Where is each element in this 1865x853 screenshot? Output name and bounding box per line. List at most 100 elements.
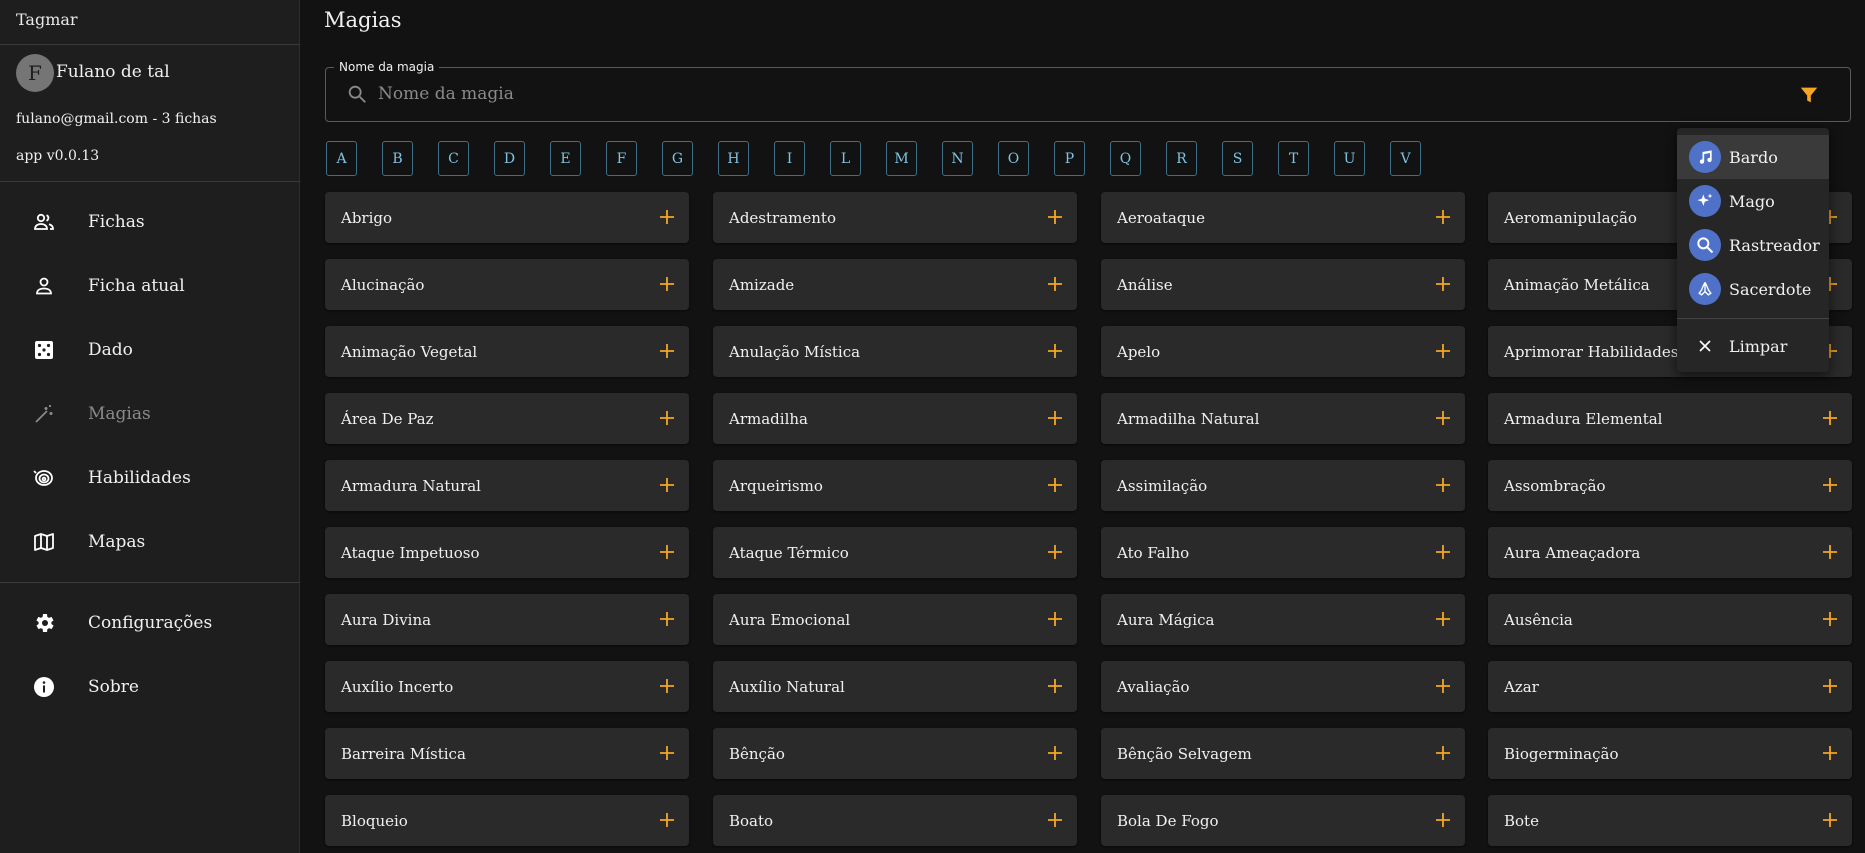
spell-card[interactable]: Bênção Selvagem xyxy=(1101,728,1465,779)
letter-button-a[interactable]: A xyxy=(326,141,357,176)
spell-card[interactable]: Armadura Elemental xyxy=(1488,393,1852,444)
add-icon[interactable] xyxy=(659,812,675,828)
add-icon[interactable] xyxy=(659,544,675,560)
spell-card[interactable]: Ataque Impetuoso xyxy=(325,527,689,578)
menu-item-limpar[interactable]: Limpar xyxy=(1677,324,1829,368)
spell-card[interactable]: Abrigo xyxy=(325,192,689,243)
spell-card[interactable]: Análise xyxy=(1101,259,1465,310)
letter-button-i[interactable]: I xyxy=(774,141,805,176)
nav-item-magias[interactable]: Magias xyxy=(0,388,300,440)
add-icon[interactable] xyxy=(1435,209,1451,225)
nav-item-sobre[interactable]: Sobre xyxy=(0,661,300,713)
add-icon[interactable] xyxy=(1822,477,1838,493)
letter-button-e[interactable]: E xyxy=(550,141,581,176)
nav-item-mapas[interactable]: Mapas xyxy=(0,516,300,568)
letter-button-c[interactable]: C xyxy=(438,141,469,176)
add-icon[interactable] xyxy=(659,745,675,761)
spell-card[interactable]: Aura Mágica xyxy=(1101,594,1465,645)
menu-item-mago[interactable]: Mago xyxy=(1677,179,1829,223)
letter-button-m[interactable]: M xyxy=(886,141,917,176)
add-icon[interactable] xyxy=(659,477,675,493)
add-icon[interactable] xyxy=(1435,343,1451,359)
add-icon[interactable] xyxy=(1822,678,1838,694)
add-icon[interactable] xyxy=(1435,611,1451,627)
menu-item-rastreador[interactable]: Rastreador xyxy=(1677,223,1829,267)
filter-icon[interactable] xyxy=(1798,84,1820,106)
add-icon[interactable] xyxy=(659,276,675,292)
add-icon[interactable] xyxy=(659,611,675,627)
spell-card[interactable]: Armadilha Natural xyxy=(1101,393,1465,444)
spell-card[interactable]: Animação Vegetal xyxy=(325,326,689,377)
spell-card[interactable]: Assimilação xyxy=(1101,460,1465,511)
letter-button-o[interactable]: O xyxy=(998,141,1029,176)
letter-button-q[interactable]: Q xyxy=(1110,141,1141,176)
nav-item-dado[interactable]: Dado xyxy=(0,324,300,376)
menu-item-sacerdote[interactable]: Sacerdote xyxy=(1677,267,1829,311)
add-icon[interactable] xyxy=(1047,544,1063,560)
nav-item-ficha-atual[interactable]: Ficha atual xyxy=(0,260,300,312)
spell-card[interactable]: Bote xyxy=(1488,795,1852,846)
add-icon[interactable] xyxy=(1047,611,1063,627)
letter-button-d[interactable]: D xyxy=(494,141,525,176)
spell-card[interactable]: Boato xyxy=(713,795,1077,846)
letter-button-u[interactable]: U xyxy=(1334,141,1365,176)
spell-card[interactable]: Auxílio Incerto xyxy=(325,661,689,712)
add-icon[interactable] xyxy=(1435,544,1451,560)
spell-card[interactable]: Armadura Natural xyxy=(325,460,689,511)
spell-card[interactable]: Apelo xyxy=(1101,326,1465,377)
spell-card[interactable]: Aeroataque xyxy=(1101,192,1465,243)
add-icon[interactable] xyxy=(1047,812,1063,828)
add-icon[interactable] xyxy=(1047,745,1063,761)
spell-card[interactable]: Alucinação xyxy=(325,259,689,310)
add-icon[interactable] xyxy=(1822,812,1838,828)
nav-item-configuracoes[interactable]: Configurações xyxy=(0,597,300,649)
spell-card[interactable]: Aura Divina xyxy=(325,594,689,645)
add-icon[interactable] xyxy=(1435,410,1451,426)
nav-item-fichas[interactable]: Fichas xyxy=(0,196,300,248)
add-icon[interactable] xyxy=(1822,410,1838,426)
letter-button-n[interactable]: N xyxy=(942,141,973,176)
spell-card[interactable]: Aura Emocional xyxy=(713,594,1077,645)
letter-button-t[interactable]: T xyxy=(1278,141,1309,176)
spell-card[interactable]: Auxílio Natural xyxy=(713,661,1077,712)
spell-card[interactable]: Área De Paz xyxy=(325,393,689,444)
spell-card[interactable]: Biogerminação xyxy=(1488,728,1852,779)
spell-card[interactable]: Bênção xyxy=(713,728,1077,779)
add-icon[interactable] xyxy=(659,678,675,694)
search-input[interactable] xyxy=(378,80,1778,108)
spell-card[interactable]: Bloqueio xyxy=(325,795,689,846)
add-icon[interactable] xyxy=(1047,209,1063,225)
add-icon[interactable] xyxy=(1435,678,1451,694)
spell-card[interactable]: Ataque Térmico xyxy=(713,527,1077,578)
add-icon[interactable] xyxy=(1822,745,1838,761)
letter-button-g[interactable]: G xyxy=(662,141,693,176)
add-icon[interactable] xyxy=(1435,745,1451,761)
letter-button-s[interactable]: S xyxy=(1222,141,1253,176)
spell-card[interactable]: Armadilha xyxy=(713,393,1077,444)
letter-button-h[interactable]: H xyxy=(718,141,749,176)
add-icon[interactable] xyxy=(1435,477,1451,493)
add-icon[interactable] xyxy=(659,410,675,426)
letter-button-f[interactable]: F xyxy=(606,141,637,176)
spell-card[interactable]: Avaliação xyxy=(1101,661,1465,712)
add-icon[interactable] xyxy=(1047,678,1063,694)
add-icon[interactable] xyxy=(1047,410,1063,426)
letter-button-v[interactable]: V xyxy=(1390,141,1421,176)
add-icon[interactable] xyxy=(659,209,675,225)
spell-card[interactable]: Ato Falho xyxy=(1101,527,1465,578)
add-icon[interactable] xyxy=(1047,276,1063,292)
spell-card[interactable]: Aura Ameaçadora xyxy=(1488,527,1852,578)
spell-card[interactable]: Amizade xyxy=(713,259,1077,310)
nav-item-habilidades[interactable]: Habilidades xyxy=(0,452,300,504)
letter-button-p[interactable]: P xyxy=(1054,141,1085,176)
add-icon[interactable] xyxy=(1435,812,1451,828)
spell-card[interactable]: Ausência xyxy=(1488,594,1852,645)
add-icon[interactable] xyxy=(1047,343,1063,359)
menu-item-bardo[interactable]: Bardo xyxy=(1677,135,1829,179)
add-icon[interactable] xyxy=(659,343,675,359)
spell-card[interactable]: Bola De Fogo xyxy=(1101,795,1465,846)
add-icon[interactable] xyxy=(1047,477,1063,493)
add-icon[interactable] xyxy=(1435,276,1451,292)
spell-card[interactable]: Assombração xyxy=(1488,460,1852,511)
letter-button-b[interactable]: B xyxy=(382,141,413,176)
